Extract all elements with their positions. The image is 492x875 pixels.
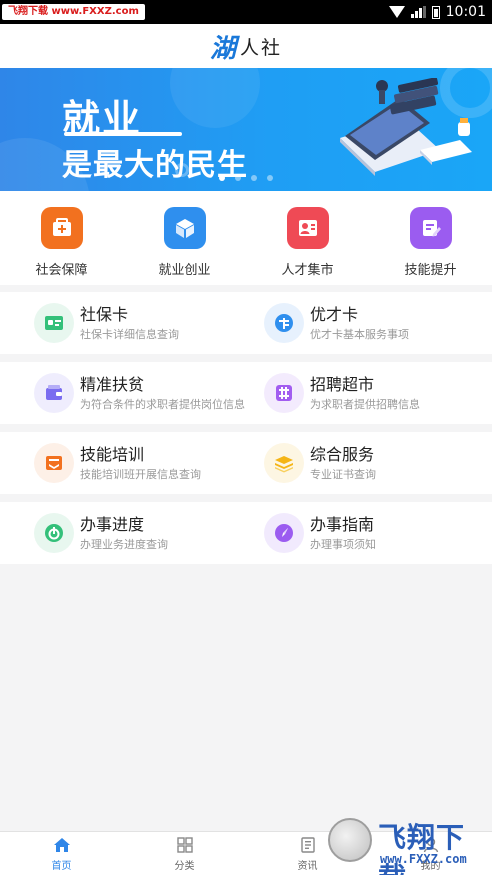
quick-actions: 社会保障 就业创业 人才集市 技能提升 [0, 191, 492, 285]
status-icons: 10:01 [388, 0, 486, 24]
service-progress[interactable]: 办事进度 办理业务进度查询 [0, 502, 246, 564]
service-subtitle: 为符合条件的求职者提供岗位信息 [80, 397, 245, 411]
service-subtitle: 办理业务进度查询 [80, 537, 168, 551]
quick-skill-upgrade[interactable]: 技能提升 [369, 191, 492, 285]
carousel-dot[interactable] [219, 175, 225, 181]
status-bar: 飞翔下载 www.FXXZ.com 10:01 [0, 0, 492, 24]
wifi-icon [388, 6, 405, 18]
tab-label: 资讯 [297, 860, 318, 872]
watermark-badge: 飞翔下载 www.FXXZ.com [2, 4, 145, 20]
quick-label: 社会保障 [35, 263, 88, 278]
service-subtitle: 办理事项须知 [310, 537, 376, 551]
service-grid: 社保卡 社保卡详细信息查询 优才卡 优才卡基本服务事项 精准扶贫 为符合条件的求… [0, 292, 492, 572]
app-logo: 湖 [209, 33, 236, 64]
cube-icon [163, 207, 206, 249]
service-title: 精准扶贫 [80, 374, 145, 394]
service-subtitle: 优才卡基本服务事项 [310, 327, 409, 341]
social-security-icon [40, 207, 83, 249]
progress-icon [34, 513, 74, 553]
quick-talent-market[interactable]: 人才集市 [246, 191, 369, 285]
watermark-url: www.FXXZ.com [380, 852, 467, 866]
service-poverty-relief[interactable]: 精准扶贫 为符合条件的求职者提供岗位信息 [0, 362, 246, 424]
service-subtitle: 技能培训班开展信息查询 [80, 467, 201, 481]
promo-banner[interactable]: 就业 是最大的民生 [0, 68, 492, 191]
tray-icon [34, 443, 74, 483]
edit-note-icon [409, 207, 452, 249]
quick-employment[interactable]: 就业创业 [123, 191, 246, 285]
service-guide[interactable]: 办事指南 办理事项须知 [246, 502, 492, 564]
service-title: 社保卡 [80, 304, 129, 324]
home-icon [53, 837, 70, 852]
service-row: 精准扶贫 为符合条件的求职者提供岗位信息 招聘超市 为求职者提供招聘信息 [0, 362, 492, 424]
quick-label: 人才集市 [281, 263, 334, 278]
service-title: 综合服务 [310, 444, 375, 464]
quick-label: 就业创业 [158, 263, 211, 278]
quick-label: 技能提升 [404, 263, 457, 278]
news-icon [300, 836, 315, 853]
globe-icon [264, 303, 304, 343]
carousel-dot[interactable] [251, 175, 257, 181]
banner-underline [64, 132, 182, 136]
service-recruit-market[interactable]: 招聘超市 为求职者提供招聘信息 [246, 362, 492, 424]
service-subtitle: 专业证书查询 [310, 467, 376, 481]
service-title: 办事指南 [310, 514, 375, 534]
site-watermark: 飞翔下载 www.FXXZ.com [326, 814, 486, 875]
app-header: 湖 人社 [0, 24, 492, 68]
carousel-dot[interactable] [235, 175, 241, 181]
clock: 10:01 [445, 4, 486, 20]
service-social-card[interactable]: 社保卡 社保卡详细信息查询 [0, 292, 246, 354]
service-subtitle: 为求职者提供招聘信息 [310, 397, 420, 411]
compass-icon [264, 513, 304, 553]
service-talent-card[interactable]: 优才卡 优才卡基本服务事项 [246, 292, 492, 354]
laptop-books-illustration [340, 78, 472, 176]
battery-icon [431, 5, 440, 19]
tab-category[interactable]: 分类 [123, 832, 246, 875]
carousel-indicator[interactable] [0, 175, 492, 181]
service-title: 技能培训 [80, 444, 145, 464]
card-icon [34, 303, 74, 343]
wallet-icon [34, 373, 74, 413]
layers-icon [264, 443, 304, 483]
category-icon [176, 836, 193, 853]
tab-label: 分类 [174, 860, 195, 872]
service-title: 招聘超市 [310, 374, 375, 394]
tab-home[interactable]: 首页 [0, 832, 123, 875]
carousel-dot[interactable] [267, 175, 273, 181]
service-title: 优才卡 [310, 304, 359, 324]
service-subtitle: 社保卡详细信息查询 [80, 327, 179, 341]
service-row: 技能培训 技能培训班开展信息查询 综合服务 专业证书查询 [0, 432, 492, 494]
watermark-logo-icon [328, 818, 372, 862]
id-card-icon [286, 207, 329, 249]
watermark-brand: 飞翔下载 [378, 821, 466, 875]
signal-icon [410, 6, 426, 18]
app-title: 人社 [240, 36, 283, 59]
tab-label: 首页 [51, 860, 72, 872]
service-title: 办事进度 [80, 514, 145, 534]
grid-tag-icon [264, 373, 304, 413]
quick-social-security[interactable]: 社会保障 [0, 191, 123, 285]
service-general[interactable]: 综合服务 专业证书查询 [246, 432, 492, 494]
service-row: 办事进度 办理业务进度查询 办事指南 办理事项须知 [0, 502, 492, 564]
service-row: 社保卡 社保卡详细信息查询 优才卡 优才卡基本服务事项 [0, 292, 492, 354]
service-skill-training[interactable]: 技能培训 技能培训班开展信息查询 [0, 432, 246, 494]
